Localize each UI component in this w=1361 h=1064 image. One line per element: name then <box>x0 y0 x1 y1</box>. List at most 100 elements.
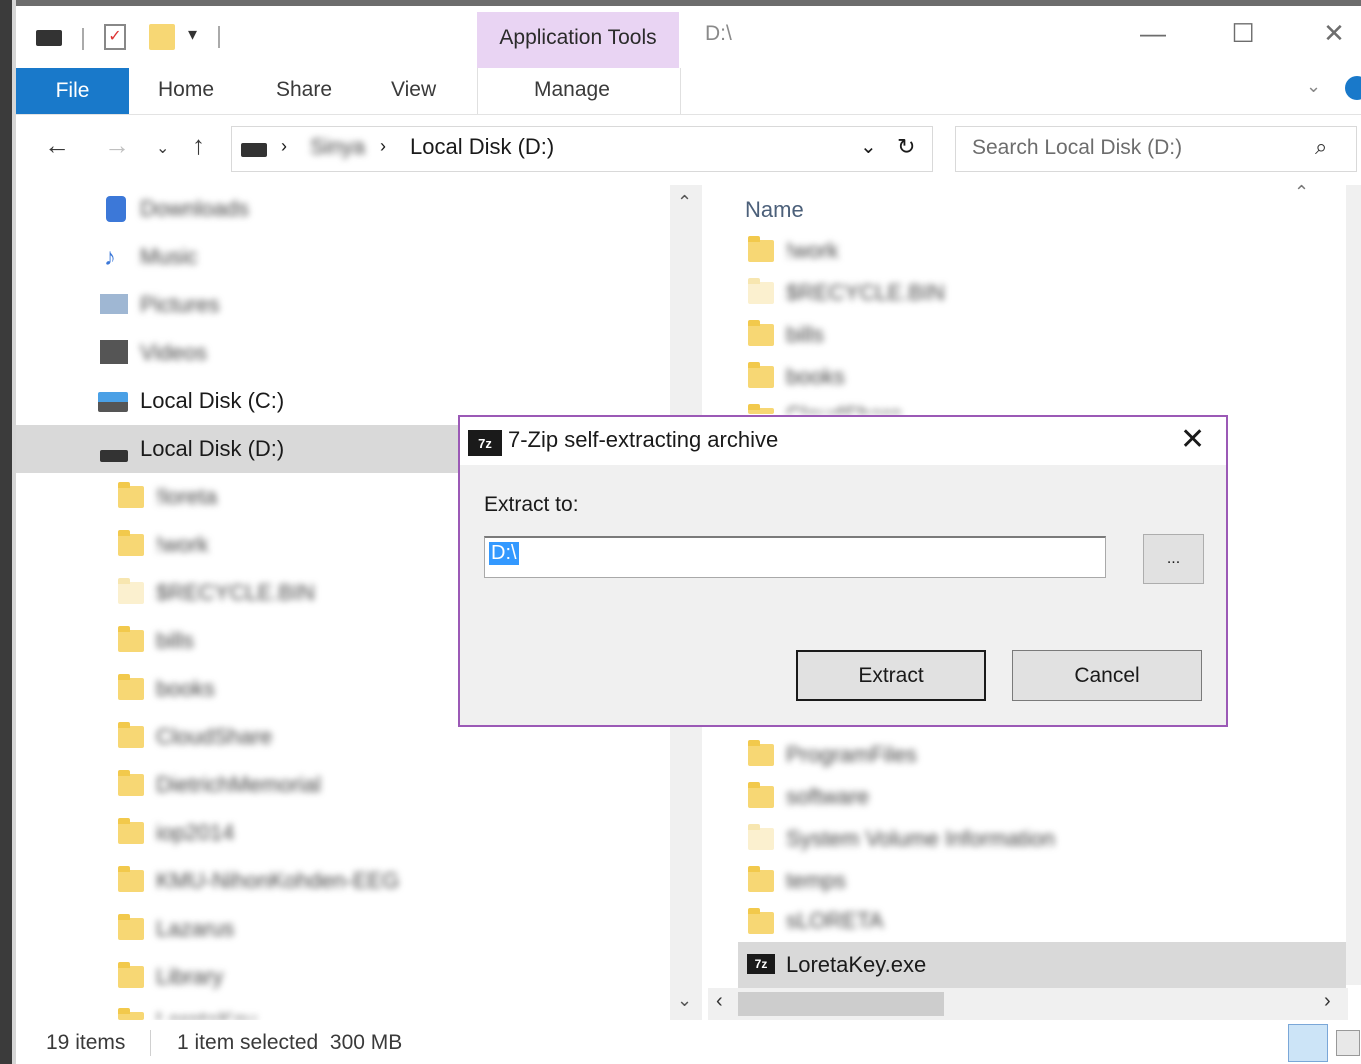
list-item[interactable]: System Volume Information <box>786 826 1055 852</box>
back-arrow-icon[interactable]: ← <box>44 130 70 161</box>
list-item[interactable]: !work <box>786 238 839 264</box>
search-icon[interactable]: ⌕ <box>1315 134 1327 160</box>
qa-separator-2 <box>218 26 220 48</box>
folder-icon <box>748 236 774 262</box>
music-icon: ♪ <box>104 244 116 271</box>
status-selection: 1 item selected 300 MB <box>177 1031 403 1054</box>
search-placeholder: Search Local Disk (D:) <box>972 136 1183 159</box>
nav-folder-item[interactable]: books <box>156 676 215 702</box>
details-view-icon[interactable] <box>1288 1024 1328 1062</box>
horizontal-scroll-thumb[interactable] <box>738 992 944 1016</box>
folder-icon <box>748 278 774 304</box>
properties-icon[interactable]: ✓ <box>104 24 126 50</box>
new-folder-icon[interactable] <box>149 24 175 50</box>
scroll-up-arrow-icon[interactable]: ⌃ <box>677 192 692 213</box>
nav-item-local-disk-d[interactable]: Local Disk (D:) <box>140 436 284 462</box>
system-drive-icon <box>98 392 128 412</box>
selected-file-name[interactable]: LoretaKey.exe <box>786 952 926 978</box>
extract-button[interactable]: Extract <box>796 650 986 701</box>
status-item-count: 19 items <box>46 1031 126 1054</box>
forward-arrow-icon[interactable]: → <box>104 130 130 161</box>
sort-up-icon: ⌃ <box>1294 182 1310 202</box>
window-title: D:\ <box>705 22 732 45</box>
list-item[interactable]: sLORETA <box>786 908 883 934</box>
list-item[interactable]: $RECYCLE.BIN <box>786 280 945 306</box>
context-tab-group-label: Application Tools <box>499 26 657 49</box>
folder-icon <box>118 482 144 508</box>
drive-icon[interactable] <box>36 30 62 46</box>
column-header-name[interactable]: Name <box>745 197 804 223</box>
list-item[interactable]: ProgramFiles <box>786 742 917 768</box>
nav-item-music[interactable]: Music <box>140 244 197 270</box>
nav-folder-item[interactable]: $RECYCLE.BIN <box>156 580 315 606</box>
file-list-vertical-scrollbar[interactable] <box>1346 185 1361 985</box>
crumb-current[interactable]: Local Disk (D:) <box>410 134 554 160</box>
dialog-title: 7-Zip self-extracting archive <box>508 427 779 452</box>
extract-path-input[interactable] <box>484 536 1106 578</box>
scroll-right-arrow-icon[interactable]: › <box>1324 990 1331 1013</box>
tab-manage[interactable]: Manage <box>534 78 610 102</box>
large-icons-view-icon[interactable] <box>1336 1030 1360 1056</box>
crumb-parent[interactable]: Sinya <box>310 134 365 160</box>
nav-folder-item[interactable]: !work <box>156 532 209 558</box>
folder-icon <box>118 866 144 892</box>
nav-item-pictures[interactable]: Pictures <box>140 292 219 318</box>
nav-folder-item[interactable]: Lazarus <box>156 916 234 942</box>
folder-icon <box>748 404 774 414</box>
nav-item-local-disk-c[interactable]: Local Disk (C:) <box>140 388 284 414</box>
list-item[interactable]: bills <box>786 322 824 348</box>
list-item[interactable]: temps <box>786 868 846 894</box>
extract-path-value[interactable]: D:\ <box>489 542 519 565</box>
folder-icon <box>118 674 144 700</box>
nav-folder-item[interactable]: DietrichMemorial <box>156 772 321 798</box>
crumb-separator-icon[interactable]: › <box>281 136 287 157</box>
up-arrow-icon[interactable]: ↑ <box>192 130 205 161</box>
nav-item-videos[interactable]: Videos <box>140 340 207 366</box>
7zip-icon: 7z <box>468 430 502 456</box>
expand-ribbon-chevron-icon[interactable]: ⌄ <box>1306 76 1321 97</box>
status-divider <box>150 1030 151 1056</box>
7zip-exe-icon: 7z <box>747 954 775 974</box>
refresh-icon[interactable]: ↻ <box>897 134 915 160</box>
folder-icon <box>118 626 144 652</box>
browse-button[interactable]: ... <box>1143 534 1204 584</box>
dialog-close-icon[interactable]: ✕ <box>1180 422 1205 457</box>
nav-folder-item[interactable]: Library <box>156 964 223 990</box>
nav-folder-item[interactable]: iop2014 <box>156 820 234 846</box>
folder-icon <box>118 962 144 988</box>
crumb-separator-icon-2[interactable]: › <box>380 136 386 157</box>
tab-share[interactable]: Share <box>276 78 332 102</box>
list-item[interactable]: software <box>786 784 869 810</box>
nav-folder-item[interactable]: CloudShare <box>156 724 272 750</box>
list-item[interactable]: CloudShare <box>786 402 902 414</box>
pictures-icon <box>100 294 128 314</box>
folder-icon <box>118 1008 144 1020</box>
ribbon-tab-row <box>16 68 1361 115</box>
extract-to-label: Extract to: <box>484 493 579 516</box>
minimize-button[interactable]: — <box>1133 18 1173 49</box>
tab-home[interactable]: Home <box>158 78 214 102</box>
list-item[interactable]: books <box>786 364 845 390</box>
customize-qa-chevron-icon[interactable]: ▾ <box>188 24 197 45</box>
folder-icon <box>118 770 144 796</box>
address-dropdown-chevron-icon[interactable]: ⌄ <box>860 134 877 159</box>
downloads-icon <box>106 196 126 222</box>
close-button[interactable]: ✕ <box>1314 18 1354 49</box>
tab-view[interactable]: View <box>391 78 436 102</box>
recent-locations-chevron-icon[interactable]: ⌄ <box>156 138 169 158</box>
folder-icon <box>748 908 774 934</box>
nav-item-downloads[interactable]: Downloads <box>140 196 249 222</box>
folder-icon <box>748 824 774 850</box>
folder-icon <box>748 362 774 388</box>
cancel-button[interactable]: Cancel <box>1012 650 1202 701</box>
nav-folder-item[interactable]: bills <box>156 628 194 654</box>
nav-folder-item[interactable]: LoretaKey <box>156 1008 256 1020</box>
nav-folder-item[interactable]: !loreta <box>156 484 217 510</box>
maximize-button[interactable]: ☐ <box>1223 18 1263 49</box>
scroll-down-arrow-icon[interactable]: ⌄ <box>677 990 692 1011</box>
videos-icon <box>100 340 128 364</box>
scroll-left-arrow-icon[interactable]: ‹ <box>716 990 723 1013</box>
folder-icon <box>748 782 774 808</box>
nav-folder-item[interactable]: KMU-NihonKohden-EEG <box>156 868 399 894</box>
tab-file[interactable]: File <box>16 68 129 114</box>
